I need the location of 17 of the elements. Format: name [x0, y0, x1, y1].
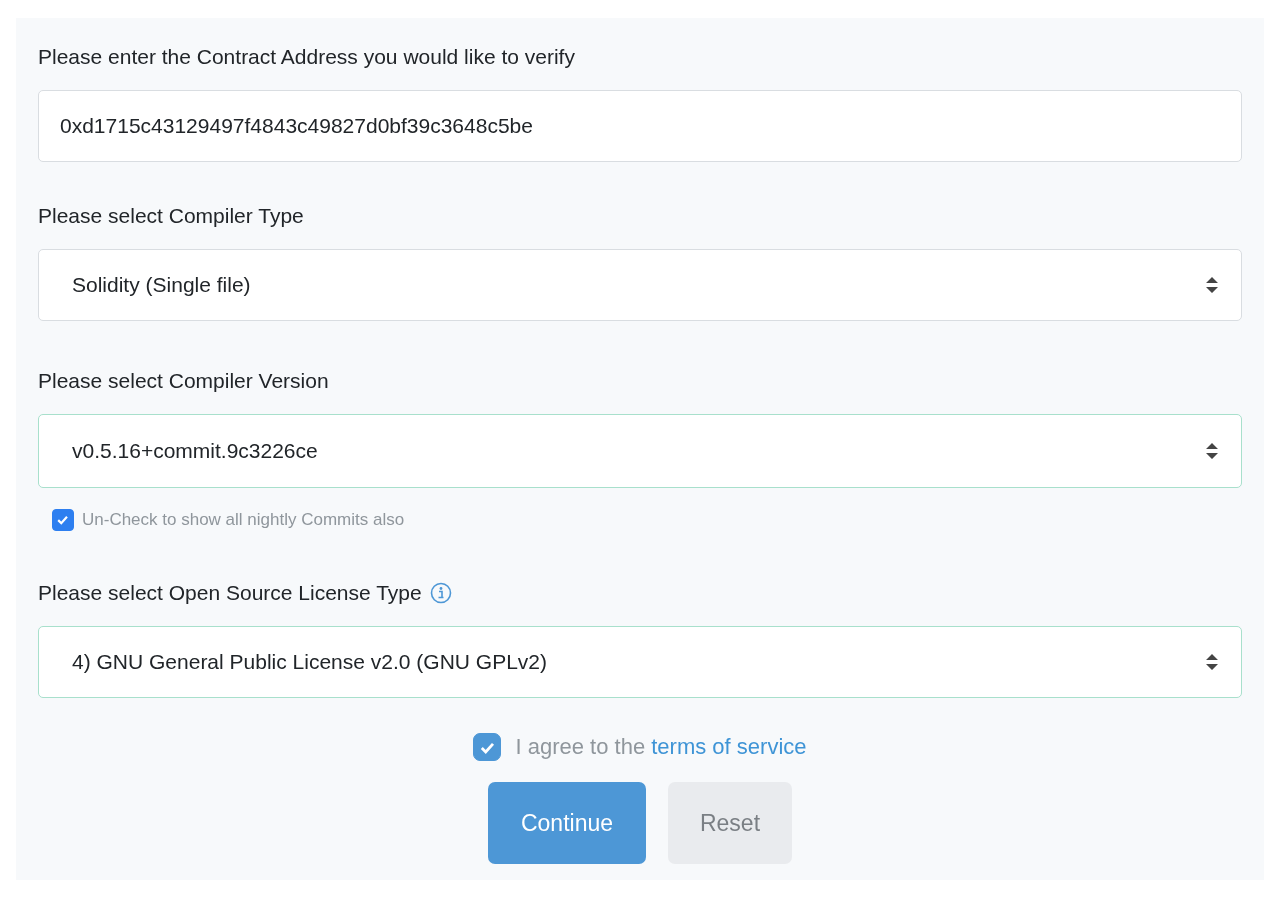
select-field[interactable]: Solidity (Single file) [38, 249, 1242, 321]
checkbox[interactable] [52, 509, 74, 531]
select-field[interactable]: 4) GNU General Public License v2.0 (GNU GPLv2) [38, 626, 1242, 698]
field-label: Please select Compiler Version [38, 369, 329, 393]
checkbox[interactable] [473, 733, 502, 761]
sort-caret-icon [1205, 653, 1219, 671]
field-label: Please enter the Contract Address you would like to verify [38, 45, 575, 69]
agreement-text: I agree to the terms of service [515, 734, 807, 760]
input-field[interactable]: 0xd1715c43129497f4843c49827d0bf39c3648c5be [38, 90, 1242, 162]
select-field[interactable]: v0.5.16+commit.9c3226ce [38, 414, 1242, 488]
info-icon[interactable] [429, 582, 452, 604]
checkmark-icon [56, 513, 70, 527]
sort-caret-icon [1205, 442, 1219, 460]
checkbox-label: Un-Check to show all nightly Commits also [82, 510, 405, 530]
sort-caret-icon [1205, 276, 1219, 294]
field-label: Please select Compiler Type [38, 204, 304, 228]
field-label: Please select Open Source License Type [38, 581, 422, 605]
